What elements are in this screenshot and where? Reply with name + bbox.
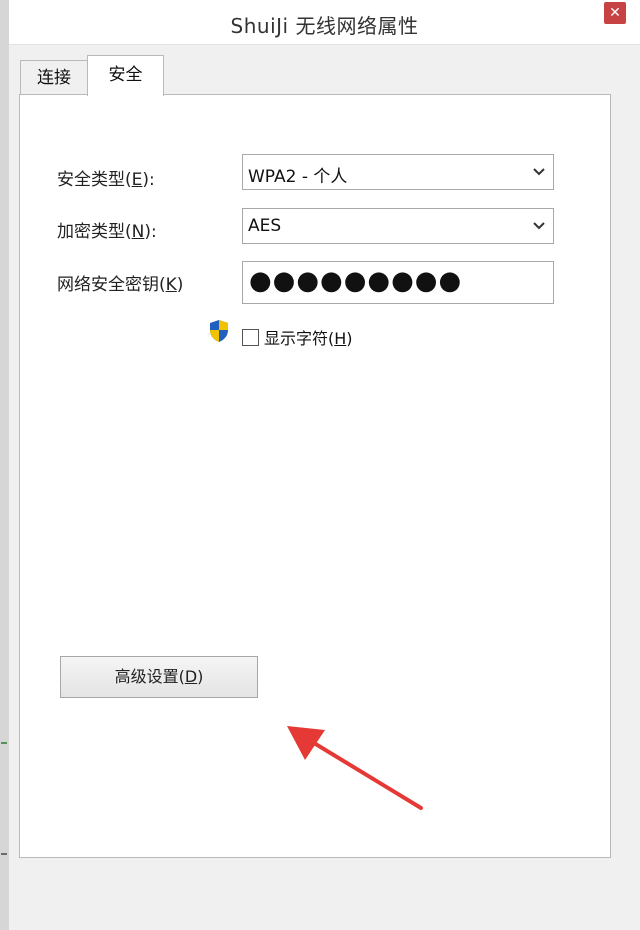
uac-shield-icon — [210, 320, 228, 342]
advanced-settings-button[interactable]: 高级设置(D) — [60, 656, 258, 698]
security-type-value: WPA2 - 个人 — [248, 167, 348, 187]
masked-key-value: ●●●●●●●●● — [249, 266, 463, 296]
chevron-down-icon — [533, 168, 545, 176]
encryption-type-label: 加密类型(N): — [57, 222, 157, 242]
window-title: ShuiJi 无线网络属性 — [230, 14, 419, 38]
network-key-input[interactable]: ●●●●●●●●● — [242, 261, 554, 304]
edge-mark — [1, 742, 7, 744]
close-button[interactable]: ✕ — [604, 2, 626, 24]
tab-label: 连接 — [37, 68, 71, 88]
edge-mark — [1, 853, 7, 855]
show-characters-label[interactable]: 显示字符(H) — [264, 325, 353, 349]
tab-connection[interactable]: 连接 — [20, 60, 88, 95]
annotation-arrow — [287, 726, 423, 810]
network-key-label: 网络安全密钥(K) — [57, 275, 184, 295]
title-bar: ShuiJi 无线网络属性 ✕ — [9, 0, 640, 45]
close-icon: ✕ — [609, 5, 621, 21]
show-characters-checkbox[interactable] — [242, 329, 259, 346]
encryption-type-value: AES — [248, 216, 282, 236]
encryption-type-select[interactable]: AES — [242, 208, 554, 244]
tab-security[interactable]: 安全 — [87, 55, 164, 96]
security-type-label: 安全类型(E): — [57, 170, 155, 190]
tab-label: 安全 — [108, 65, 143, 85]
chevron-down-icon — [533, 222, 545, 230]
properties-dialog: ShuiJi 无线网络属性 ✕ 连接 安全 安全类型(E): WPA2 - 个人… — [9, 0, 640, 930]
security-type-select[interactable]: WPA2 - 个人 — [242, 154, 554, 190]
